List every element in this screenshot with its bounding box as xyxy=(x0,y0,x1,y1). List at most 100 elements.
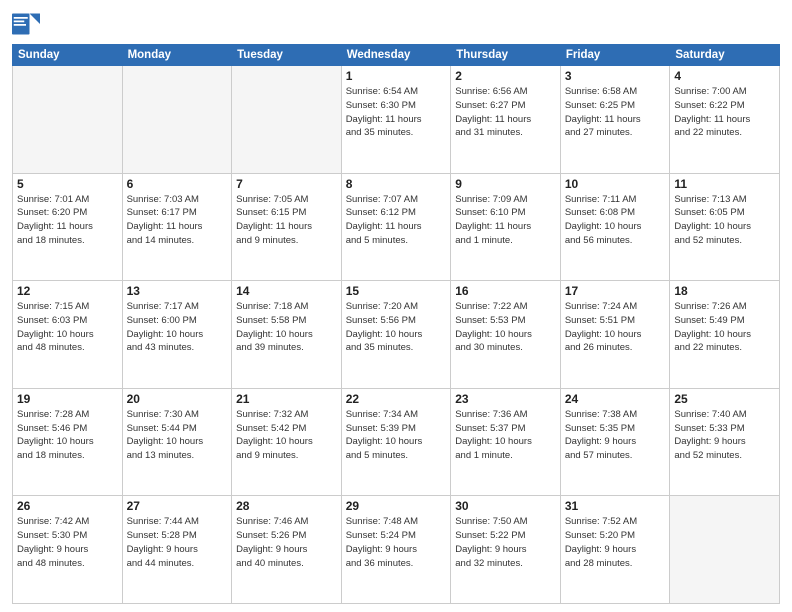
calendar-day-cell xyxy=(13,66,123,174)
day-info: Sunrise: 7:36 AM Sunset: 5:37 PM Dayligh… xyxy=(455,408,556,463)
day-number: 21 xyxy=(236,392,337,406)
calendar-day-cell: 20Sunrise: 7:30 AM Sunset: 5:44 PM Dayli… xyxy=(122,388,232,496)
day-number: 11 xyxy=(674,177,775,191)
day-info: Sunrise: 7:26 AM Sunset: 5:49 PM Dayligh… xyxy=(674,300,775,355)
calendar-day-cell: 17 Sunrise: 7:24 AM Sunset: 5:51 PM Dayli… xyxy=(560,281,670,389)
calendar-table: SundayMondayTuesdayWednesdayThursdayFrid… xyxy=(12,44,780,604)
calendar-week-row: 12Sunrise: 7:15 AM Sunset: 6:03 PM Dayli… xyxy=(13,281,780,389)
day-info: Sunrise: 7:38 AM Sunset: 5:35 PM Dayligh… xyxy=(565,408,666,463)
calendar-day-cell: 3 Sunrise: 6:58 AM Sunset: 6:25 PM Daylig… xyxy=(560,66,670,174)
calendar-weekday-wednesday: Wednesday xyxy=(341,45,451,66)
calendar-week-row: 26 Sunrise: 7:42 AM Sunset: 5:30 PM Dayli… xyxy=(13,496,780,604)
calendar-day-cell: 8 Sunrise: 7:07 AM Sunset: 6:12 PM Daylig… xyxy=(341,173,451,281)
day-info: Sunrise: 7:50 AM Sunset: 5:22 PM Dayligh… xyxy=(455,515,556,570)
day-number: 16 xyxy=(455,284,556,298)
calendar-day-cell: 30 Sunrise: 7:50 AM Sunset: 5:22 PM Dayli… xyxy=(451,496,561,604)
calendar-day-cell: 6 Sunrise: 7:03 AM Sunset: 6:17 PM Daylig… xyxy=(122,173,232,281)
day-number: 22 xyxy=(346,392,447,406)
day-info: Sunrise: 7:34 AM Sunset: 5:39 PM Dayligh… xyxy=(346,408,447,463)
calendar-day-cell: 27 Sunrise: 7:44 AM Sunset: 5:28 PM Dayli… xyxy=(122,496,232,604)
day-info: Sunrise: 7:28 AM Sunset: 5:46 PM Dayligh… xyxy=(17,408,118,463)
day-number: 3 xyxy=(565,69,666,83)
calendar-day-cell: 22 Sunrise: 7:34 AM Sunset: 5:39 PM Dayli… xyxy=(341,388,451,496)
day-number: 25 xyxy=(674,392,775,406)
calendar-day-cell: 1 Sunrise: 6:54 AM Sunset: 6:30 PM Daylig… xyxy=(341,66,451,174)
day-info: Sunrise: 6:56 AM Sunset: 6:27 PM Dayligh… xyxy=(455,85,556,140)
calendar-day-cell: 12Sunrise: 7:15 AM Sunset: 6:03 PM Dayli… xyxy=(13,281,123,389)
day-number: 8 xyxy=(346,177,447,191)
calendar-day-cell: 29Sunrise: 7:48 AM Sunset: 5:24 PM Dayli… xyxy=(341,496,451,604)
calendar-day-cell: 21 Sunrise: 7:32 AM Sunset: 5:42 PM Dayli… xyxy=(232,388,342,496)
calendar-day-cell: 19 Sunrise: 7:28 AM Sunset: 5:46 PM Dayli… xyxy=(13,388,123,496)
day-info: Sunrise: 7:09 AM Sunset: 6:10 PM Dayligh… xyxy=(455,193,556,248)
day-info: Sunrise: 7:40 AM Sunset: 5:33 PM Dayligh… xyxy=(674,408,775,463)
day-info: Sunrise: 7:01 AM Sunset: 6:20 PM Dayligh… xyxy=(17,193,118,248)
day-info: Sunrise: 7:48 AM Sunset: 5:24 PM Dayligh… xyxy=(346,515,447,570)
calendar-week-row: 1 Sunrise: 6:54 AM Sunset: 6:30 PM Daylig… xyxy=(13,66,780,174)
day-info: Sunrise: 7:03 AM Sunset: 6:17 PM Dayligh… xyxy=(127,193,228,248)
day-info: Sunrise: 6:58 AM Sunset: 6:25 PM Dayligh… xyxy=(565,85,666,140)
day-number: 24 xyxy=(565,392,666,406)
day-number: 28 xyxy=(236,499,337,513)
day-info: Sunrise: 7:44 AM Sunset: 5:28 PM Dayligh… xyxy=(127,515,228,570)
day-number: 9 xyxy=(455,177,556,191)
calendar-day-cell: 2 Sunrise: 6:56 AM Sunset: 6:27 PM Daylig… xyxy=(451,66,561,174)
calendar-day-cell: 31 Sunrise: 7:52 AM Sunset: 5:20 PM Dayli… xyxy=(560,496,670,604)
day-info: Sunrise: 7:20 AM Sunset: 5:56 PM Dayligh… xyxy=(346,300,447,355)
day-number: 19 xyxy=(17,392,118,406)
day-info: Sunrise: 7:52 AM Sunset: 5:20 PM Dayligh… xyxy=(565,515,666,570)
calendar-day-cell: 26 Sunrise: 7:42 AM Sunset: 5:30 PM Dayli… xyxy=(13,496,123,604)
day-number: 6 xyxy=(127,177,228,191)
calendar-day-cell xyxy=(670,496,780,604)
calendar-day-cell: 10 Sunrise: 7:11 AM Sunset: 6:08 PM Dayli… xyxy=(560,173,670,281)
calendar-day-cell: 28Sunrise: 7:46 AM Sunset: 5:26 PM Dayli… xyxy=(232,496,342,604)
logo-icon xyxy=(12,10,40,38)
day-number: 2 xyxy=(455,69,556,83)
day-number: 17 xyxy=(565,284,666,298)
day-info: Sunrise: 7:07 AM Sunset: 6:12 PM Dayligh… xyxy=(346,193,447,248)
calendar-header-row: SundayMondayTuesdayWednesdayThursdayFrid… xyxy=(13,45,780,66)
day-number: 1 xyxy=(346,69,447,83)
day-number: 31 xyxy=(565,499,666,513)
day-info: Sunrise: 6:54 AM Sunset: 6:30 PM Dayligh… xyxy=(346,85,447,140)
header xyxy=(12,10,780,38)
day-info: Sunrise: 7:22 AM Sunset: 5:53 PM Dayligh… xyxy=(455,300,556,355)
day-number: 10 xyxy=(565,177,666,191)
calendar-day-cell: 23 Sunrise: 7:36 AM Sunset: 5:37 PM Dayli… xyxy=(451,388,561,496)
calendar-weekday-friday: Friday xyxy=(560,45,670,66)
calendar-day-cell xyxy=(232,66,342,174)
calendar-week-row: 5 Sunrise: 7:01 AM Sunset: 6:20 PM Daylig… xyxy=(13,173,780,281)
day-info: Sunrise: 7:24 AM Sunset: 5:51 PM Dayligh… xyxy=(565,300,666,355)
day-number: 13 xyxy=(127,284,228,298)
day-number: 14 xyxy=(236,284,337,298)
day-number: 30 xyxy=(455,499,556,513)
day-number: 7 xyxy=(236,177,337,191)
day-number: 27 xyxy=(127,499,228,513)
calendar-weekday-thursday: Thursday xyxy=(451,45,561,66)
day-number: 26 xyxy=(17,499,118,513)
day-number: 5 xyxy=(17,177,118,191)
day-info: Sunrise: 7:42 AM Sunset: 5:30 PM Dayligh… xyxy=(17,515,118,570)
page: SundayMondayTuesdayWednesdayThursdayFrid… xyxy=(0,0,792,612)
calendar-day-cell xyxy=(122,66,232,174)
day-number: 23 xyxy=(455,392,556,406)
calendar-day-cell: 4Sunrise: 7:00 AM Sunset: 6:22 PM Daylig… xyxy=(670,66,780,174)
calendar-weekday-monday: Monday xyxy=(122,45,232,66)
calendar-day-cell: 14 Sunrise: 7:18 AM Sunset: 5:58 PM Dayli… xyxy=(232,281,342,389)
day-number: 15 xyxy=(346,284,447,298)
day-info: Sunrise: 7:13 AM Sunset: 6:05 PM Dayligh… xyxy=(674,193,775,248)
calendar-day-cell: 5 Sunrise: 7:01 AM Sunset: 6:20 PM Daylig… xyxy=(13,173,123,281)
day-info: Sunrise: 7:11 AM Sunset: 6:08 PM Dayligh… xyxy=(565,193,666,248)
calendar-weekday-sunday: Sunday xyxy=(13,45,123,66)
calendar-day-cell: 7Sunrise: 7:05 AM Sunset: 6:15 PM Daylig… xyxy=(232,173,342,281)
day-info: Sunrise: 7:32 AM Sunset: 5:42 PM Dayligh… xyxy=(236,408,337,463)
calendar-day-cell: 15 Sunrise: 7:20 AM Sunset: 5:56 PM Dayli… xyxy=(341,281,451,389)
calendar-day-cell: 13Sunrise: 7:17 AM Sunset: 6:00 PM Dayli… xyxy=(122,281,232,389)
day-number: 12 xyxy=(17,284,118,298)
calendar-day-cell: 18Sunrise: 7:26 AM Sunset: 5:49 PM Dayli… xyxy=(670,281,780,389)
calendar-day-cell: 25 Sunrise: 7:40 AM Sunset: 5:33 PM Dayli… xyxy=(670,388,780,496)
calendar-day-cell: 24 Sunrise: 7:38 AM Sunset: 5:35 PM Dayli… xyxy=(560,388,670,496)
calendar-week-row: 19 Sunrise: 7:28 AM Sunset: 5:46 PM Dayli… xyxy=(13,388,780,496)
calendar-day-cell: 11 Sunrise: 7:13 AM Sunset: 6:05 PM Dayli… xyxy=(670,173,780,281)
day-info: Sunrise: 7:18 AM Sunset: 5:58 PM Dayligh… xyxy=(236,300,337,355)
